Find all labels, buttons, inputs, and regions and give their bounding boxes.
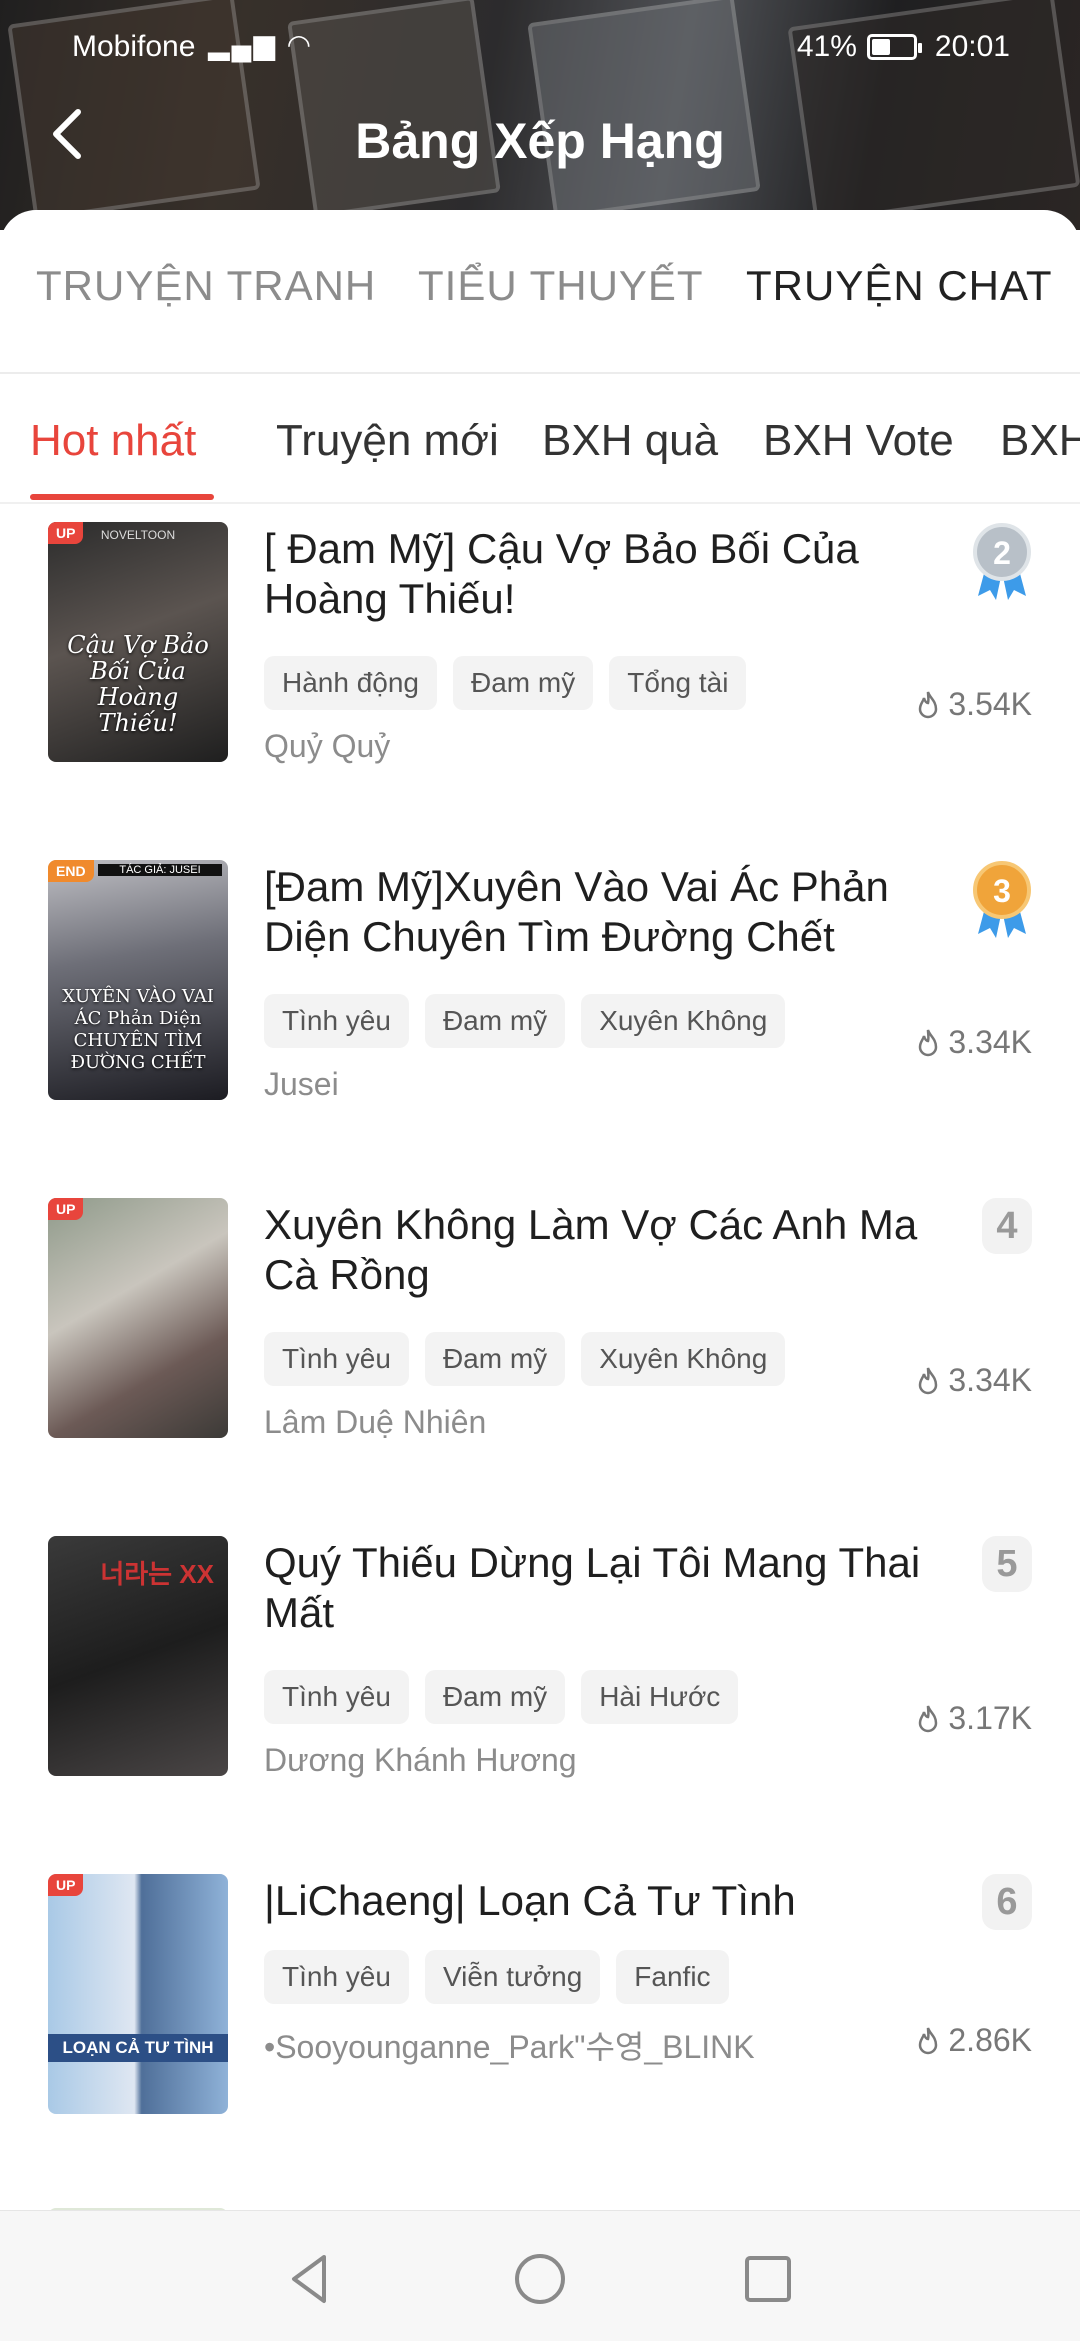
- view-count: 2.86K: [914, 2022, 1032, 2059]
- view-count: 3.54K: [914, 686, 1032, 723]
- rank-number: 6: [982, 1874, 1032, 1930]
- svg-text:3: 3: [993, 873, 1011, 909]
- tag-list: Tình yêu Đam mỹ Xuyên Không: [264, 1332, 786, 1386]
- view-count: 3.34K: [914, 1024, 1032, 1061]
- tab-tieu-thuyet[interactable]: TIỂU THUYẾT: [418, 262, 704, 310]
- item-title[interactable]: Quý Thiếu Dừng Lại Tôi Mang Thai Mất: [264, 1538, 924, 1638]
- tag-list: Tình yêu Đam mỹ Hài Hước: [264, 1670, 739, 1724]
- main-tabs: TRUYỆN TRANH TIỂU THUYẾT TRUYỆN CHAT: [0, 210, 1080, 374]
- tag[interactable]: Fanfic: [616, 1950, 729, 2004]
- signal-wifi-icon: ▂▄▆ ◠: [208, 29, 314, 60]
- author-name: •Sooyounganne_Park"수영_BLINK: [264, 2029, 755, 2065]
- cover-image[interactable]: UP NOVELTOON Cậu Vợ Bảo Bối Của Hoàng Th…: [48, 522, 228, 762]
- item-title[interactable]: [ Đam Mỹ] Cậu Vợ Bảo Bối Của Hoàng Thiếu…: [264, 524, 924, 624]
- status-badge: END: [48, 860, 94, 882]
- battery-icon: [866, 34, 922, 60]
- clock: 20:01: [934, 30, 1010, 63]
- list-item[interactable]: 너라는 XX Quý Thiếu Dừng Lại Tôi Mang Thai …: [0, 1536, 1080, 1836]
- tag[interactable]: Viễn tưởng: [424, 1950, 601, 2004]
- subtab-bxh-vote[interactable]: BXH Vote: [763, 416, 954, 466]
- subtab-truyen-moi[interactable]: Truyện mới: [276, 416, 499, 466]
- page-title: Bảng Xếp Hạng: [355, 113, 725, 169]
- list-item[interactable]: UP NOVELTOON Cậu Vợ Bảo Bối Của Hoàng Th…: [0, 522, 1080, 822]
- flame-icon: [919, 1367, 938, 1394]
- tag-list: Hành động Đam mỹ Tổng tài: [264, 656, 747, 710]
- tag-list: Tình yêu Đam mỹ Xuyên Không: [264, 994, 786, 1048]
- gold-medal-icon: 3: [973, 861, 1031, 938]
- tab-truyen-chat[interactable]: TRUYỆN CHAT: [746, 262, 1053, 310]
- rank-number: 5: [982, 1536, 1032, 1592]
- flame-icon: [919, 1705, 938, 1732]
- battery-percent: 41%: [796, 30, 857, 63]
- status-badge: UP: [48, 1198, 84, 1220]
- silver-medal-icon: 2: [973, 523, 1031, 600]
- carrier-label: Mobifone: [72, 30, 196, 63]
- active-tab-indicator: [30, 494, 214, 500]
- cover-image[interactable]: END TÁC GIẢ: JUSEI XUYÊN VÀO VAI ÁC Phản…: [48, 860, 228, 1100]
- flame-icon: [919, 1029, 938, 1056]
- nav-back-icon[interactable]: [280, 2249, 340, 2309]
- tag[interactable]: Đam mỹ: [453, 656, 594, 710]
- tag[interactable]: Hài Hước: [581, 1670, 739, 1724]
- subtab-hot-nhat[interactable]: Hot nhất: [30, 416, 196, 466]
- tag[interactable]: Tình yêu: [264, 1670, 409, 1724]
- status-bar: Mobifone ▂▄▆ ◠ 41% 20:01: [0, 22, 1080, 70]
- tag[interactable]: Đam mỹ: [424, 1332, 566, 1386]
- list-item[interactable]: UP Xuyên Không Làm Vợ Các Anh Ma Cà Rồng…: [0, 1198, 1080, 1498]
- tag[interactable]: Đam mỹ: [424, 1670, 566, 1724]
- svg-text:2: 2: [993, 535, 1011, 571]
- author-name: Lâm Duệ Nhiên: [264, 1404, 487, 1440]
- author-name: Dương Khánh Hương: [264, 1742, 577, 1778]
- tag[interactable]: Tình yêu: [264, 1950, 409, 2004]
- status-badge: UP: [48, 1874, 84, 1896]
- cover-image[interactable]: UP LOẠN CẢ TƯ TÌNH: [48, 1874, 228, 2114]
- cover-image[interactable]: UP: [48, 1198, 228, 1438]
- sub-tabs: Hot nhất Truyện mới BXH quà BXH Vote BXH: [0, 374, 1080, 504]
- item-title[interactable]: Xuyên Không Làm Vợ Các Anh Ma Cà Rồng: [264, 1200, 924, 1300]
- nav-home-icon[interactable]: [510, 2249, 570, 2309]
- tab-truyen-tranh[interactable]: TRUYỆN TRANH: [36, 262, 376, 310]
- tag[interactable]: Đam mỹ: [424, 994, 566, 1048]
- tag[interactable]: Xuyên Không: [581, 994, 786, 1048]
- author-name: Quỷ Quỷ: [264, 728, 391, 764]
- item-title[interactable]: [Đam Mỹ]Xuyên Vào Vai Ác Phản Diện Chuyê…: [264, 862, 924, 962]
- item-title[interactable]: |LiChaeng| Loạn Cả Tư Tình: [264, 1876, 924, 1926]
- flame-icon: [919, 2027, 938, 2054]
- subtab-bxh-qua[interactable]: BXH quà: [542, 416, 718, 466]
- list-item[interactable]: END TÁC GIẢ: JUSEI XUYÊN VÀO VAI ÁC Phản…: [0, 860, 1080, 1160]
- flame-icon: [919, 691, 938, 718]
- tag[interactable]: Tình yêu: [264, 1332, 409, 1386]
- rank-number: 4: [982, 1198, 1032, 1254]
- list-item[interactable]: UP LOẠN CẢ TƯ TÌNH |LiChaeng| Loạn Cả Tư…: [0, 1874, 1080, 2174]
- tag[interactable]: Hành động: [264, 656, 438, 710]
- tag[interactable]: Tình yêu: [264, 994, 409, 1048]
- view-count: 3.34K: [914, 1362, 1032, 1399]
- nav-recents-icon[interactable]: [738, 2249, 798, 2309]
- tag-list: Tình yêu Viễn tưởng Fanfic: [264, 1950, 729, 2004]
- content-sheet: TRUYỆN TRANH TIỂU THUYẾT TRUYỆN CHAT Hot…: [0, 210, 1080, 2340]
- tag[interactable]: Xuyên Không: [581, 1332, 786, 1386]
- view-count: 3.17K: [914, 1700, 1032, 1737]
- cover-image[interactable]: 너라는 XX: [48, 1536, 228, 1776]
- subtab-bxh-more[interactable]: BXH: [1000, 416, 1080, 466]
- author-name: Jusei: [264, 1066, 339, 1102]
- system-nav-bar: [0, 2210, 1080, 2341]
- tag[interactable]: Tổng tài: [609, 656, 747, 710]
